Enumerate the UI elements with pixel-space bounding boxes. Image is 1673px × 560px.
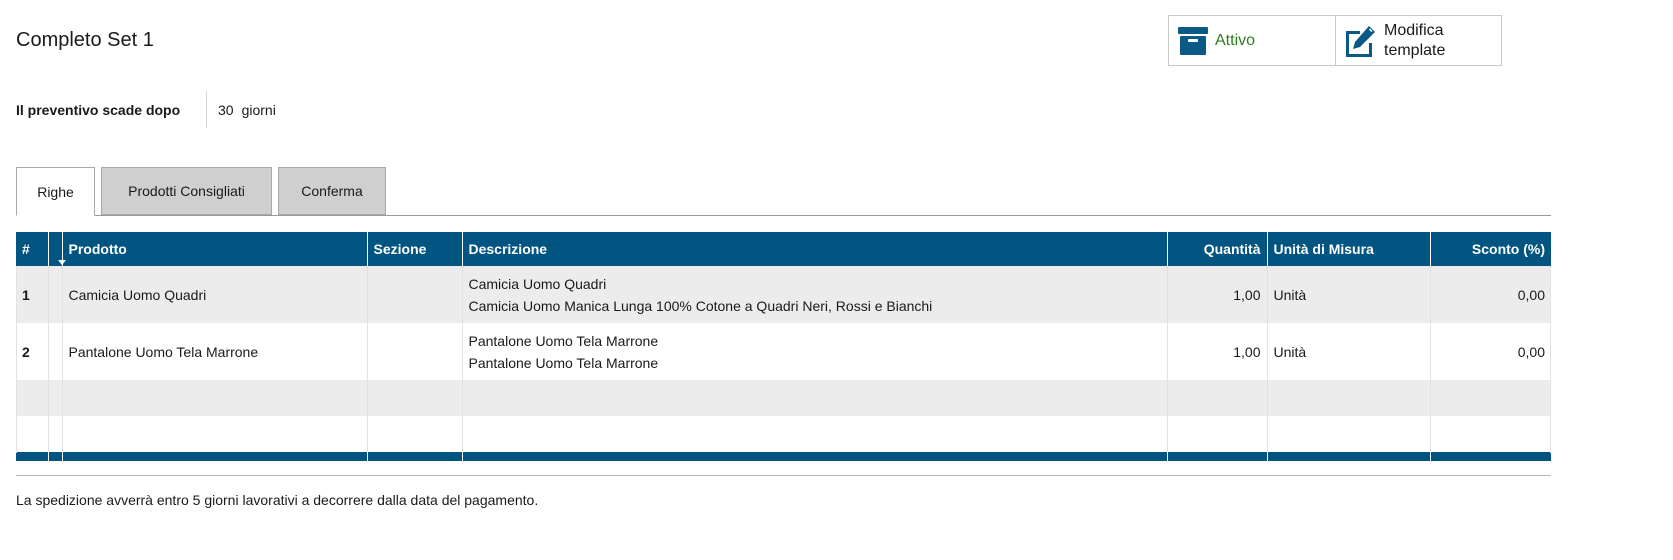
empty-row[interactable] — [16, 416, 1551, 452]
description-detail: Pantalone Uomo Tela Marrone — [468, 354, 659, 371]
tab-righe[interactable]: Righe — [16, 167, 95, 216]
rows-table: # Prodotto Sezione Descrizione Quantità … — [16, 232, 1551, 461]
page-title: Completo Set 1 — [16, 29, 154, 51]
expiry-field: Il preventivo scade dopo 30 giorni — [16, 91, 276, 128]
description-title: Camicia Uomo Quadri — [468, 275, 607, 292]
table-row[interactable]: 1 Camicia Uomo Quadri Camicia Uomo Quadr… — [16, 266, 1551, 323]
table-footer-bar — [16, 452, 1551, 461]
tab-prodotti-consigliati[interactable]: Prodotti Consigliati — [101, 167, 272, 215]
row-section[interactable] — [367, 266, 463, 323]
table-row[interactable]: 2 Pantalone Uomo Tela Marrone Pantalone … — [16, 323, 1551, 380]
row-handle — [48, 266, 63, 323]
edit-icon — [1342, 24, 1378, 58]
description-title: Pantalone Uomo Tela Marrone — [468, 332, 659, 349]
edit-template-label: Modifica template — [1384, 21, 1446, 59]
divider — [206, 91, 207, 128]
row-section[interactable] — [367, 323, 463, 380]
column-header-discount[interactable]: Sconto (%) — [1430, 232, 1551, 266]
divider — [16, 475, 1551, 476]
row-product[interactable]: Camicia Uomo Quadri — [62, 266, 368, 323]
row-unit[interactable]: Unità — [1267, 323, 1431, 380]
expiry-unit: giorni — [241, 101, 276, 118]
archive-box-icon — [1178, 26, 1208, 55]
row-handle — [48, 323, 63, 380]
row-quantity[interactable]: 1,00 — [1167, 266, 1268, 323]
column-header-num[interactable]: # — [16, 232, 49, 266]
row-quantity[interactable]: 1,00 — [1167, 323, 1268, 380]
empty-row[interactable] — [16, 380, 1551, 416]
row-description[interactable]: Camicia Uomo Quadri Camicia Uomo Manica … — [462, 266, 1168, 323]
column-header-description[interactable]: Descrizione — [462, 232, 1168, 266]
expiry-value[interactable]: 30 — [218, 102, 234, 118]
tab-conferma[interactable]: Conferma — [278, 167, 386, 215]
row-unit[interactable]: Unità — [1267, 266, 1431, 323]
column-header-product[interactable]: Prodotto — [57, 232, 368, 266]
footer-note: La spedizione avverrà entro 5 giorni lav… — [16, 492, 539, 508]
row-product[interactable]: Pantalone Uomo Tela Marrone — [62, 323, 368, 380]
status-active-button[interactable]: Attivo — [1169, 16, 1336, 65]
row-description[interactable]: Pantalone Uomo Tela Marrone Pantalone Uo… — [462, 323, 1168, 380]
column-header-quantity[interactable]: Quantità — [1167, 232, 1268, 266]
status-label: Attivo — [1215, 31, 1256, 49]
row-discount[interactable]: 0,00 — [1430, 323, 1551, 380]
quote-template-page: Completo Set 1 Attivo Modifica template — [0, 0, 1673, 560]
expiry-label: Il preventivo scade dopo — [16, 101, 181, 118]
template-actions: Attivo Modifica template — [1168, 15, 1502, 66]
row-number: 2 — [16, 323, 49, 380]
column-header-unit[interactable]: Unità di Misura — [1267, 232, 1431, 266]
column-header-section[interactable]: Sezione — [367, 232, 463, 266]
description-detail: Camicia Uomo Manica Lunga 100% Cotone a … — [468, 297, 933, 314]
sort-down-icon — [57, 260, 66, 265]
tab-bar: Righe Prodotti Consigliati Conferma — [16, 167, 1551, 216]
edit-template-button[interactable]: Modifica template — [1336, 16, 1501, 65]
row-number: 1 — [16, 266, 49, 323]
row-discount[interactable]: 0,00 — [1430, 266, 1551, 323]
table-header-row: # Prodotto Sezione Descrizione Quantità … — [16, 232, 1551, 266]
